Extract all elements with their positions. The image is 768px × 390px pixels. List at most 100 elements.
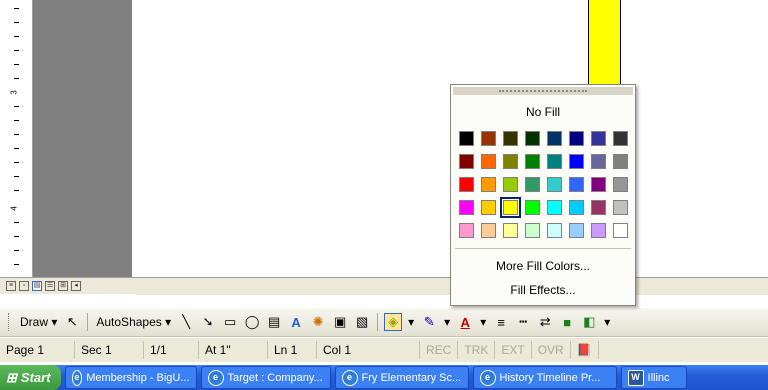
oval-tool-icon[interactable]: ◯ [243, 313, 261, 331]
no-fill-option[interactable]: No Fill [451, 105, 635, 119]
outline-view-button[interactable]: ☰ [45, 281, 55, 291]
more-fill-colors-option[interactable]: More Fill Colors... [451, 259, 635, 273]
shadow-style-icon[interactable]: ■ [558, 313, 576, 331]
taskbar-item-history-timeline[interactable]: e History Timeline Pr... [472, 366, 617, 389]
fill-color-icon[interactable]: ◈ [384, 313, 403, 331]
color-swatch[interactable] [481, 223, 496, 238]
autoshapes-menu-button[interactable]: AutoShapes ▾ [94, 312, 173, 332]
toolbar-separator [377, 313, 379, 331]
dash-style-icon[interactable]: ┅ [514, 313, 532, 331]
print-layout-view-button[interactable]: ▤ [32, 281, 42, 291]
ruler-tick [14, 162, 19, 163]
font-color-icon[interactable]: A [456, 313, 474, 331]
status-ovr[interactable]: OVR [532, 341, 571, 359]
color-swatch[interactable] [613, 154, 628, 169]
color-swatch[interactable] [547, 200, 562, 215]
status-section: Sec 1 [75, 341, 144, 359]
line-tool-icon[interactable]: ╲ [177, 313, 195, 331]
fill-effects-option[interactable]: Fill Effects... [451, 283, 635, 297]
rectangle-tool-icon[interactable]: ▭ [221, 313, 239, 331]
color-swatch[interactable] [525, 200, 540, 215]
color-swatch[interactable] [500, 197, 521, 218]
select-objects-arrow-icon[interactable]: ↖ [63, 313, 81, 331]
web-layout-view-button[interactable]: ▫ [19, 281, 29, 291]
color-swatch[interactable] [547, 154, 562, 169]
taskbar-item-word-document[interactable]: W Illinc [620, 366, 687, 389]
status-page: Page 1 [0, 341, 75, 359]
color-swatch[interactable] [613, 200, 628, 215]
vertical-ruler[interactable]: 3 4 [0, 0, 33, 277]
color-swatch[interactable] [503, 131, 518, 146]
color-swatch[interactable] [547, 131, 562, 146]
color-swatch[interactable] [591, 177, 606, 192]
arrow-tool-icon[interactable]: ➘ [199, 313, 217, 331]
status-trk[interactable]: TRK [458, 341, 496, 359]
color-swatch[interactable] [613, 177, 628, 192]
color-swatch[interactable] [459, 154, 474, 169]
status-rec[interactable]: REC [420, 341, 459, 359]
ruler-tick [14, 64, 19, 65]
color-swatch[interactable] [503, 154, 518, 169]
color-swatch[interactable] [481, 154, 496, 169]
color-swatch[interactable] [591, 131, 606, 146]
yellow-filled-shape[interactable] [588, 0, 621, 84]
arrow-style-icon[interactable]: ⇄ [536, 313, 554, 331]
color-swatch[interactable] [525, 154, 540, 169]
color-swatch[interactable] [569, 131, 584, 146]
line-color-dropdown[interactable]: ▾ [442, 312, 452, 332]
color-swatch[interactable] [481, 200, 496, 215]
internet-explorer-icon: e [207, 369, 224, 386]
scroll-left-button[interactable]: ◂ [71, 281, 81, 291]
color-swatch[interactable] [569, 223, 584, 238]
color-swatch[interactable] [525, 131, 540, 146]
taskbar-item-fry-elementary[interactable]: e Fry Elementary Sc... [334, 366, 469, 389]
fill-color-dropdown[interactable]: ▾ [406, 312, 416, 332]
clip-art-icon[interactable]: ▣ [331, 313, 349, 331]
page-margin-gutter [33, 0, 132, 277]
draw-menu-button[interactable]: Draw ▾ [18, 312, 59, 332]
menu-drag-handle[interactable] [453, 87, 633, 95]
diagram-icon[interactable]: ✺ [309, 313, 327, 331]
3d-style-icon[interactable]: ◧ [580, 313, 598, 331]
color-swatch[interactable] [613, 223, 628, 238]
color-swatch[interactable] [525, 177, 540, 192]
color-swatch[interactable] [459, 177, 474, 192]
color-swatch[interactable] [481, 177, 496, 192]
insert-picture-icon[interactable]: ▧ [353, 313, 371, 331]
toolbar-grip[interactable] [8, 313, 12, 331]
font-color-dropdown[interactable]: ▾ [478, 312, 488, 332]
color-swatch[interactable] [591, 200, 606, 215]
normal-view-button[interactable]: ≡ [6, 281, 16, 291]
color-swatch[interactable] [591, 154, 606, 169]
color-swatch[interactable] [459, 223, 474, 238]
line-style-icon[interactable]: ≡ [492, 313, 510, 331]
color-swatch[interactable] [569, 177, 584, 192]
ruler-tick [14, 78, 19, 79]
color-swatch[interactable] [613, 131, 628, 146]
line-color-icon[interactable]: ✎ [420, 313, 438, 331]
color-swatch[interactable] [459, 131, 474, 146]
internet-explorer-icon: e [341, 369, 358, 386]
taskbar-item-target[interactable]: e Target : Company... [200, 366, 331, 389]
color-swatch[interactable] [547, 223, 562, 238]
color-swatch[interactable] [481, 131, 496, 146]
color-swatch[interactable] [525, 223, 540, 238]
ruler-tick [14, 36, 19, 37]
color-swatch[interactable] [503, 223, 518, 238]
view-buttons-bar: ≡ ▫ ▤ ☰ ⊞ ◂ [0, 277, 136, 294]
wordart-icon[interactable]: A [287, 313, 305, 331]
color-swatch[interactable] [569, 200, 584, 215]
toolbar-options-dropdown[interactable]: ▾ [602, 312, 612, 332]
text-box-icon[interactable]: ▤ [265, 313, 283, 331]
color-swatch[interactable] [569, 154, 584, 169]
color-swatch[interactable] [547, 177, 562, 192]
status-line: Ln 1 [268, 341, 317, 359]
taskbar-item-membership[interactable]: e Membership - BigU... [64, 366, 197, 389]
color-swatch[interactable] [591, 223, 606, 238]
start-button[interactable]: ⊞ Start [0, 365, 61, 390]
status-ext[interactable]: EXT [495, 341, 532, 359]
color-swatch[interactable] [459, 200, 474, 215]
reading-layout-view-button[interactable]: ⊞ [58, 281, 68, 291]
spelling-grammar-status-icon[interactable]: 📕 [571, 341, 599, 359]
color-swatch[interactable] [503, 177, 518, 192]
